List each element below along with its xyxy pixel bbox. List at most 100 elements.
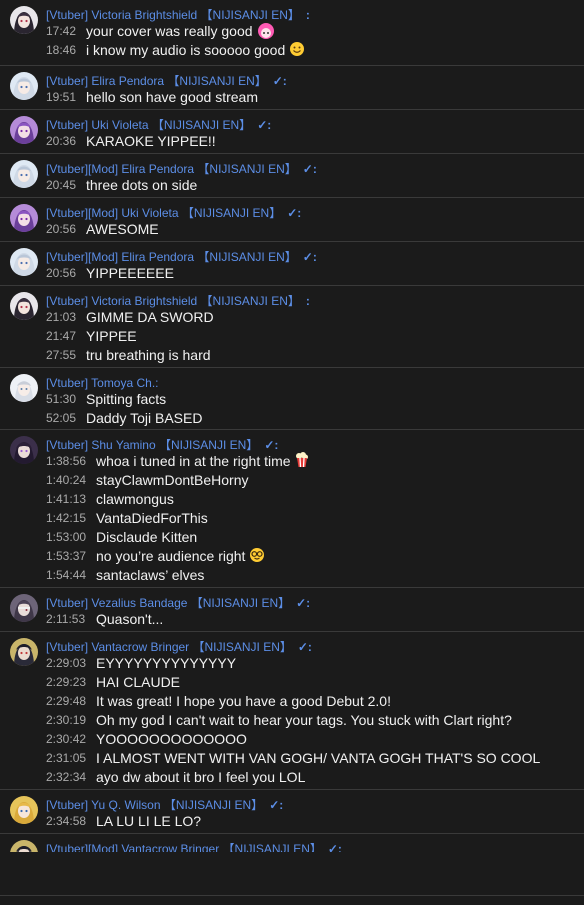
author-name[interactable]: [Vtuber] Vezalius Bandage 【NIJISANJI EN】… [46,595,310,611]
chat-message-group: [Vtuber] Shu Yamino 【NIJISANJI EN】 ✓: 1:38… [0,430,584,588]
chat-message: 2:30:42 YOOOOOOOOOOOOO [46,730,247,749]
chat-message-group: [Vtuber] Victoria Brightshield 【NIJISANJ… [0,0,584,66]
message-timestamp[interactable]: 2:31:05 [46,749,96,768]
chat-message: 1:53:37 no you’re audience right [46,547,265,566]
yu-avatar[interactable] [10,796,38,824]
message-timestamp[interactable]: 51:30 [46,390,86,409]
verified-badge-icon: ✓: [297,640,312,654]
uki-avatar[interactable] [10,116,38,144]
author-name[interactable]: [Vtuber][Mod] Uki Violeta 【NIJISANJI EN】… [46,205,301,221]
message-text: whoa i tuned in at the right time [96,453,291,469]
chat-message: 2:29:48 It was great! I hope you have a g… [46,692,391,711]
chat-message: 18:46 i know my audio is sooooo good [46,41,305,60]
author-name[interactable]: [Vtuber] Victoria Brightshield 【NIJISANJ… [46,7,310,23]
chat-message-group: [Vtuber] Vezalius Bandage 【NIJISANJI EN】… [0,588,584,632]
message-text: KARAOKE YIPPEE!! [86,133,216,149]
author-name[interactable]: [Vtuber] Yu Q. Wilson 【NIJISANJI EN】 ✓: [46,797,283,813]
tomoya-avatar[interactable] [10,374,38,402]
chat-message: 1:54:44 santaclaws’ elves [46,566,204,585]
message-timestamp[interactable]: 20:36 [46,132,86,151]
message-timestamp[interactable]: 21:47 [46,327,86,346]
chat-message: 2:29:03 EYYYYYYYYYYYYYY [46,654,236,673]
author-name-text: [Vtuber] Victoria Brightshield 【NIJISANJ… [46,8,300,22]
chat-message-group: [Vtuber][Mod] Elira Pendora 【NIJISANJI E… [0,242,584,286]
chat-message-group: [Vtuber] Tomoya Ch.: 51:30 Spitting facts 5… [0,368,584,430]
author-name-text: [Vtuber] Elira Pendora 【NIJISANJI EN】 [46,74,267,88]
message-text: your cover was really good [86,23,253,39]
author-name-text: [Vtuber] Yu Q. Wilson 【NIJISANJI EN】 [46,798,264,812]
chat-message: 2:29:23 HAI CLAUDE [46,673,180,692]
message-text: three dots on side [86,177,198,193]
author-name[interactable]: [Vtuber] Vantacrow Bringer 【NIJISANJI EN… [46,639,312,655]
message-timestamp[interactable]: 1:40:24 [46,471,96,490]
message-timestamp[interactable]: 1:54:44 [46,566,96,585]
message-timestamp[interactable]: 52:05 [46,409,86,428]
message-timestamp[interactable]: 17:42 [46,22,86,41]
chat-message: 20:36 KARAOKE YIPPEE!! [46,132,216,151]
message-timestamp[interactable]: 18:46 [46,41,86,60]
author-name-text: [Vtuber] Vezalius Bandage 【NIJISANJI EN】 [46,596,291,610]
message-timestamp[interactable]: 1:53:00 [46,528,96,547]
message-timestamp[interactable]: 1:41:13 [46,490,96,509]
verified-badge-icon: ✓: [257,118,272,132]
message-timestamp[interactable]: 2:32:34 [46,768,96,787]
message-text: stayClawmDontBeHorny [96,472,249,488]
message-timestamp[interactable]: 20:45 [46,176,86,195]
message-timestamp[interactable]: 1:38:56 [46,452,96,471]
author-name[interactable]: [Vtuber] Elira Pendora 【NIJISANJI EN】 ✓: [46,73,287,89]
shu-avatar[interactable] [10,436,38,464]
message-text: tru breathing is hard [86,347,211,363]
message-text: santaclaws’ elves [96,567,205,583]
message-timestamp[interactable]: 2:11:53 [46,610,96,629]
author-name[interactable]: [Vtuber] Uki Violeta 【NIJISANJI EN】 ✓: [46,117,271,133]
victoria-avatar[interactable] [10,292,38,320]
message-text: i know my audio is sooooo good [86,42,286,58]
message-text: Quason't... [96,611,164,627]
author-name[interactable]: [Vtuber] Victoria Brightshield 【NIJISANJ… [46,293,310,309]
message-timestamp[interactable]: 2:30:19 [46,711,96,730]
chat-message: 2:31:05 I ALMOST WENT WITH VAN GOGH/ VANT… [46,749,540,768]
message-text: HAI CLAUDE [96,674,181,690]
message-timestamp[interactable]: 21:03 [46,308,86,327]
message-text: EYYYYYYYYYYYYYY [96,655,237,671]
message-timestamp[interactable]: 20:56 [46,264,86,283]
message-timestamp[interactable]: 20:56 [46,220,86,239]
message-timestamp[interactable]: 19:51 [46,88,86,107]
chat-message: 1:38:56 whoa i tuned in at the right time [46,452,309,471]
chat-message-group: [Vtuber] Yu Q. Wilson 【NIJISANJI EN】 ✓: 2:… [0,790,584,834]
message-text: I ALMOST WENT WITH VAN GOGH/ VANTA GOGH … [96,750,541,766]
message-text: Daddy Toji BASED [86,410,203,426]
chat-message: 1:40:24 stayClawmDontBeHorny [46,471,249,490]
vantacrow-avatar[interactable] [10,638,38,666]
verified-badge-icon: ✓: [302,162,317,176]
vezalius-avatar[interactable] [10,594,38,622]
author-name[interactable]: [Vtuber] Shu Yamino 【NIJISANJI EN】 ✓: [46,437,278,453]
message-timestamp[interactable]: 2:29:23 [46,673,96,692]
elira-avatar[interactable] [10,248,38,276]
victoria-avatar[interactable] [10,6,38,34]
message-timestamp[interactable]: 1:53:37 [46,547,96,566]
elira-avatar[interactable] [10,72,38,100]
chat-message: 52:05 Daddy Toji BASED [46,409,202,428]
author-name-text: [Vtuber][Mod] Elira Pendora 【NIJISANJI E… [46,162,297,176]
chat-message: 21:47 YIPPEE [46,327,137,346]
message-timestamp[interactable]: 2:34:58 [46,812,96,831]
message-timestamp[interactable]: 1:42:15 [46,509,96,528]
message-text: no you’re audience right [96,548,246,564]
chat-bottom-fade [0,852,584,905]
author-name[interactable]: [Vtuber][Mod] Elira Pendora 【NIJISANJI E… [46,161,317,177]
author-name[interactable]: [Vtuber] Tomoya Ch.: [46,375,159,391]
author-name[interactable]: [Vtuber][Mod] Elira Pendora 【NIJISANJI E… [46,249,317,265]
message-timestamp[interactable]: 27:55 [46,346,86,365]
author-name-text: [Vtuber] Vantacrow Bringer 【NIJISANJI EN… [46,640,292,654]
uki-avatar[interactable] [10,204,38,232]
verified-badge-icon: : [305,8,310,22]
message-text: YOOOOOOOOOOOOO [96,731,247,747]
chat-message-group: [Vtuber] Vantacrow Bringer 【NIJISANJI EN… [0,632,584,790]
author-name-text: [Vtuber][Mod] Uki Violeta 【NIJISANJI EN】 [46,206,282,220]
message-timestamp[interactable]: 2:29:48 [46,692,96,711]
message-timestamp[interactable]: 2:30:42 [46,730,96,749]
message-timestamp[interactable]: 2:29:03 [46,654,96,673]
elira-avatar[interactable] [10,160,38,188]
popcorn-emoji [295,452,309,473]
